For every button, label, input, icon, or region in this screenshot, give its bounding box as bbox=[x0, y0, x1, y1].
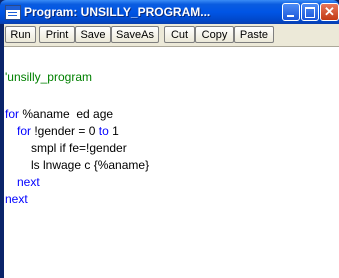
code-line-next-inner: next bbox=[17, 175, 40, 189]
code-line-for-aname: for %aname ed age bbox=[5, 106, 113, 122]
cut-button[interactable]: Cut bbox=[164, 26, 195, 43]
window-title: Program: UNSILLY_PROGRAM... bbox=[24, 5, 211, 19]
code-text: %aname ed age bbox=[19, 107, 114, 121]
toolbar: Run Print Save SaveAs Cut Copy Paste bbox=[4, 24, 339, 47]
copy-button[interactable]: Copy bbox=[195, 26, 234, 43]
code-text: 1 bbox=[108, 124, 119, 138]
keyword: for bbox=[17, 124, 32, 138]
code-line-next-outer: next bbox=[5, 192, 28, 206]
save-button[interactable]: Save bbox=[75, 26, 111, 43]
code-line-smpl: smpl if fe=!gender bbox=[31, 141, 127, 155]
close-button[interactable]: ✕ bbox=[320, 3, 339, 21]
run-button[interactable]: Run bbox=[5, 26, 36, 43]
minimize-button[interactable] bbox=[282, 3, 300, 21]
app-icon bbox=[5, 5, 21, 20]
saveas-button[interactable]: SaveAs bbox=[111, 26, 159, 43]
program-window: Program: UNSILLY_PROGRAM... ✕ Run Print … bbox=[0, 0, 339, 278]
code-line-ls: ls lnwage c {%aname} bbox=[31, 158, 150, 172]
code-line-comment: 'unsilly_program bbox=[5, 70, 92, 84]
keyword: to bbox=[98, 124, 109, 138]
print-button[interactable]: Print bbox=[39, 26, 75, 43]
code-line-for-gender: for !gender = 0 to 1 bbox=[17, 123, 119, 139]
close-icon: ✕ bbox=[324, 4, 335, 19]
keyword: for bbox=[5, 107, 20, 121]
title-bar[interactable]: Program: UNSILLY_PROGRAM... ✕ bbox=[0, 0, 339, 24]
maximize-button[interactable] bbox=[301, 3, 319, 21]
program-editor[interactable]: 'unsilly_program for %aname ed age for !… bbox=[4, 47, 339, 278]
paste-button[interactable]: Paste bbox=[234, 26, 274, 43]
code-text: !gender = 0 bbox=[31, 124, 99, 138]
